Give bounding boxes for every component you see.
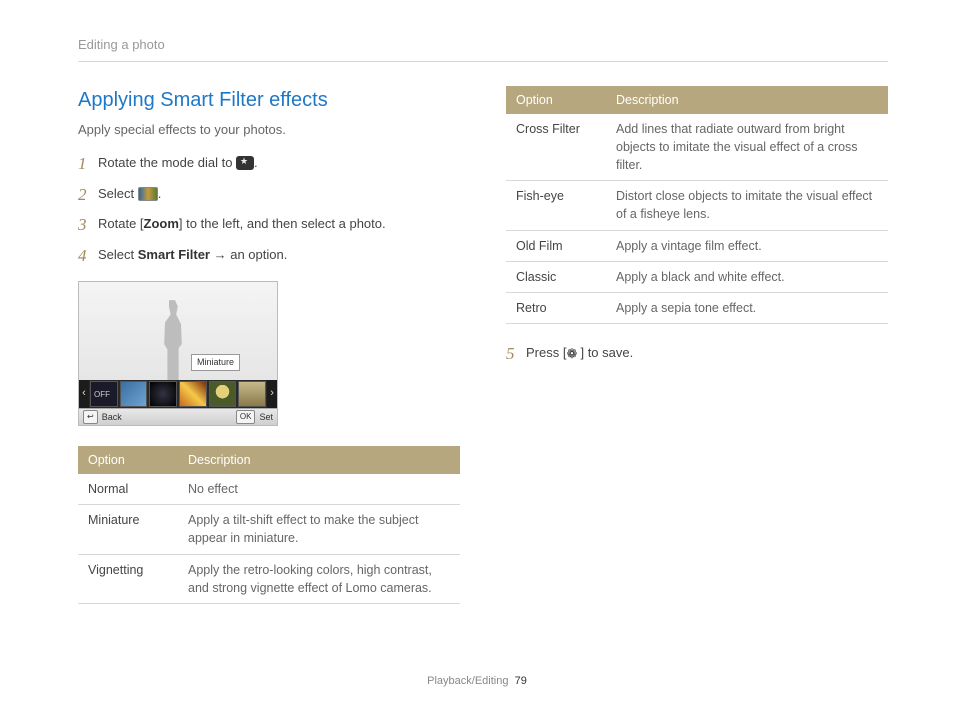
option-cell: Retro — [506, 292, 606, 323]
table-header-option: Option — [78, 446, 178, 474]
step-text: Rotate [ — [98, 216, 144, 231]
ok-key-icon: OK — [236, 410, 256, 424]
table-row: Fish-eye Distort close objects to imitat… — [506, 181, 888, 230]
description-cell: Apply a tilt-shift effect to make the su… — [178, 505, 460, 554]
footer-section: Playback/Editing — [427, 675, 508, 687]
content-columns: Applying Smart Filter effects Apply spec… — [78, 86, 888, 604]
page-footer: Playback/Editing 79 — [0, 674, 954, 690]
breadcrumb: Editing a photo — [78, 36, 888, 62]
description-cell: Apply a sepia tone effect. — [606, 292, 888, 323]
table-row: Cross Filter Add lines that radiate outw… — [506, 114, 888, 181]
page: Editing a photo Applying Smart Filter ef… — [0, 0, 954, 604]
preview-area: Miniature — [79, 282, 277, 380]
right-column: Option Description Cross Filter Add line… — [506, 86, 888, 604]
screenshot-bottom-bar: ↩ Back OK Set — [79, 408, 277, 425]
step-number: 3 — [78, 213, 87, 238]
section-title: Applying Smart Filter effects — [78, 86, 460, 115]
palette-icon — [138, 187, 158, 201]
step-number: 5 — [506, 342, 515, 367]
description-cell: Distort close objects to imitate the vis… — [606, 181, 888, 230]
left-column: Applying Smart Filter effects Apply spec… — [78, 86, 460, 604]
page-number: 79 — [515, 675, 527, 687]
option-cell: Miniature — [78, 505, 178, 554]
step-text: Select — [98, 247, 138, 262]
option-cell: Cross Filter — [506, 114, 606, 181]
options-table-2: Option Description Cross Filter Add line… — [506, 86, 888, 324]
filter-thumb — [149, 381, 177, 407]
table-header-option: Option — [506, 86, 606, 114]
step-3: 3 Rotate [Zoom] to the left, and then se… — [78, 215, 460, 234]
table-row: Miniature Apply a tilt-shift effect to m… — [78, 505, 460, 554]
option-cell: Normal — [78, 474, 178, 505]
back-key-icon: ↩ — [83, 410, 98, 424]
step-1: 1 Rotate the mode dial to . — [78, 154, 460, 173]
table-row: Old Film Apply a vintage film effect. — [506, 230, 888, 261]
filter-thumb-off — [90, 381, 118, 407]
step-text: → an option. — [210, 247, 287, 262]
steps-list: 1 Rotate the mode dial to . 2 Select . 3… — [78, 154, 460, 265]
step-text: Press [ — [526, 345, 566, 360]
filter-thumb — [238, 381, 266, 407]
camera-screenshot: Miniature ‹ › ↩ Back OK Set — [78, 281, 278, 426]
step-number: 4 — [78, 244, 87, 269]
mode-dial-icon — [236, 156, 254, 170]
table-header-description: Description — [178, 446, 460, 474]
chevron-right-icon: › — [267, 380, 277, 408]
step-text: ] to save. — [580, 345, 633, 360]
step-4: 4 Select Smart Filter → an option. — [78, 246, 460, 265]
step-text: ] to the left, and then select a photo. — [179, 216, 386, 231]
description-cell: Apply a vintage film effect. — [606, 230, 888, 261]
step-number: 1 — [78, 152, 87, 177]
table-row: Classic Apply a black and white effect. — [506, 261, 888, 292]
step-number: 2 — [78, 183, 87, 208]
step-text: Rotate the mode dial to — [98, 155, 236, 170]
option-cell: Classic — [506, 261, 606, 292]
step-text: . — [254, 155, 258, 170]
filter-thumbnail-row: ‹ › — [79, 380, 277, 408]
option-cell: Old Film — [506, 230, 606, 261]
step-text: . — [158, 186, 162, 201]
table-header-description: Description — [606, 86, 888, 114]
table-row: Normal No effect — [78, 474, 460, 505]
filter-thumb — [179, 381, 207, 407]
option-cell: Fish-eye — [506, 181, 606, 230]
table-row: Retro Apply a sepia tone effect. — [506, 292, 888, 323]
option-cell: Vignetting — [78, 554, 178, 603]
table-row: Vignetting Apply the retro-looking color… — [78, 554, 460, 603]
filter-thumb — [209, 381, 237, 407]
description-cell: No effect — [178, 474, 460, 505]
filter-thumb — [120, 381, 148, 407]
set-label: Set — [259, 411, 273, 424]
description-cell: Apply the retro-looking colors, high con… — [178, 554, 460, 603]
macro-flower-icon — [566, 347, 580, 361]
section-subtitle: Apply special effects to your photos. — [78, 121, 460, 140]
smart-filter-label: Smart Filter — [138, 247, 210, 262]
step-5: 5 Press [] to save. — [506, 344, 888, 363]
options-table-1: Option Description Normal No effect Mini… — [78, 446, 460, 604]
description-cell: Apply a black and white effect. — [606, 261, 888, 292]
chevron-left-icon: ‹ — [79, 380, 89, 408]
zoom-label: Zoom — [144, 216, 179, 231]
filter-tooltip: Miniature — [191, 354, 240, 371]
person-silhouette-icon — [153, 300, 193, 380]
description-cell: Add lines that radiate outward from brig… — [606, 114, 888, 181]
back-label: Back — [102, 411, 122, 424]
step-text: Select — [98, 186, 138, 201]
step-2: 2 Select . — [78, 185, 460, 204]
